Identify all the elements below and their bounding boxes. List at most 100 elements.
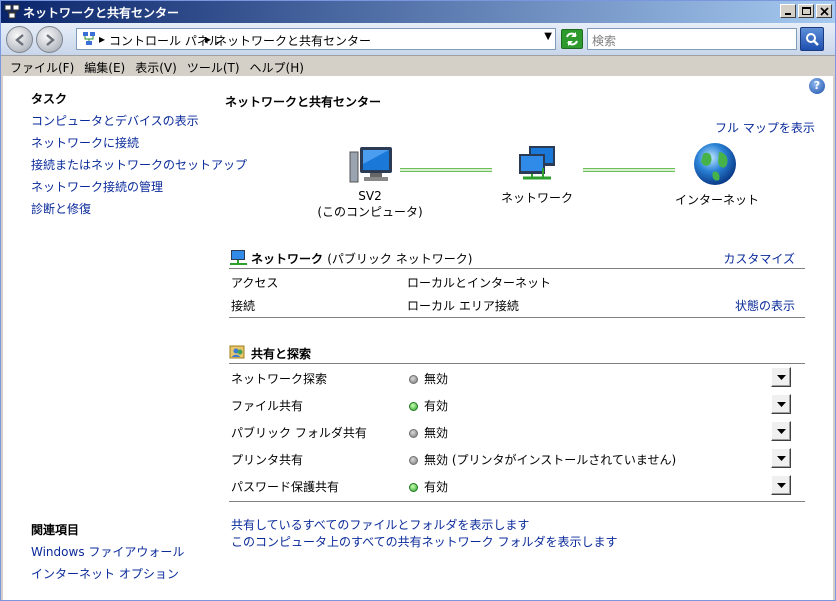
row-key: アクセス — [231, 276, 279, 290]
expand-button[interactable] — [771, 448, 791, 468]
title-bar[interactable]: ネットワークと共有センター — [1, 1, 835, 23]
sharing-key: パスワード保護共有 — [231, 480, 340, 494]
divider — [229, 501, 805, 502]
sharing-row: パスワード保護共有 有効 — [229, 473, 805, 500]
address-dropdown-icon[interactable]: ▼ — [544, 31, 552, 42]
task-diagnose-link[interactable]: 診断と修復 — [31, 200, 91, 217]
network-section-title: ネットワーク (パブリック ネットワーク) — [251, 252, 473, 266]
breadcrumb-sep-icon[interactable]: ▸ — [99, 32, 105, 46]
close-button[interactable] — [816, 4, 832, 18]
internet-node[interactable]: インターネット — [675, 140, 760, 208]
network-type: (パブリック ネットワーク) — [327, 252, 473, 266]
task-view-computers-link[interactable]: コンピュータとデバイスの表示 — [31, 112, 199, 129]
sharing-status: 無効 — [409, 370, 448, 387]
row-key: 接続 — [231, 299, 256, 313]
maximize-icon — [802, 7, 811, 15]
menu-tools[interactable]: ツール(T) — [182, 56, 245, 76]
network-center-icon — [4, 4, 20, 19]
computer-name: SV2 — [358, 189, 382, 203]
sharing-status-text: 無効 — [424, 426, 449, 440]
network-location-icon — [83, 32, 95, 45]
divider — [229, 317, 805, 318]
forward-arrow-icon — [46, 34, 55, 46]
sharing-status: 有効 — [409, 478, 448, 495]
menu-bar: ファイル(F) 編集(E) 表示(V) ツール(T) ヘルプ(H) — [1, 56, 835, 76]
help-icon[interactable]: ? — [809, 78, 825, 94]
task-connect-link[interactable]: ネットワークに接続 — [31, 134, 139, 151]
internet-label: インターネット — [675, 193, 760, 207]
internet-options-link[interactable]: インターネット オプション — [31, 565, 179, 582]
expand-button[interactable] — [771, 367, 791, 387]
sharing-status: 有効 — [409, 397, 448, 414]
task-sidebar: タスク コンピュータとデバイスの表示 ネットワークに接続 接続またはネットワーク… — [29, 76, 247, 600]
status-on-icon — [409, 402, 418, 411]
expand-button[interactable] — [771, 475, 791, 495]
back-arrow-icon — [15, 34, 24, 46]
view-status-link[interactable]: 状態の表示 — [735, 297, 795, 314]
sharing-section-title: 共有と探索 — [251, 347, 312, 361]
related-heading: 関連項目 — [31, 523, 80, 537]
network-node[interactable]: ネットワーク — [497, 144, 577, 206]
connection-line — [583, 168, 675, 172]
minimize-button[interactable] — [780, 4, 796, 18]
window-title: ネットワークと共有センター — [23, 6, 180, 20]
refresh-button[interactable] — [561, 29, 583, 49]
firewall-link[interactable]: Windows ファイアウォール — [31, 543, 184, 560]
sharing-status-text: 無効 (プリンタがインストールされていません) — [424, 453, 677, 467]
menu-help[interactable]: ヘルプ(H) — [245, 56, 309, 76]
chevron-down-icon — [777, 483, 786, 488]
sharing-status: 無効 (プリンタがインストールされていません) — [409, 451, 676, 468]
sharing-row: プリンタ共有 無効 (プリンタがインストールされていません) — [229, 446, 805, 473]
computer-node[interactable]: SV2 (このコンピュータ) — [315, 144, 425, 220]
minimize-icon — [785, 13, 791, 15]
forward-button[interactable] — [36, 26, 63, 53]
page-title: ネットワークと共有センター — [225, 95, 382, 109]
chevron-down-icon — [777, 429, 786, 434]
network-icon — [519, 146, 555, 180]
row-value: ローカルとインターネット — [407, 276, 552, 290]
sharing-section-header: 共有と探索 — [229, 342, 805, 364]
sharing-row: ファイル共有 有効 — [229, 392, 805, 419]
refresh-icon — [566, 32, 578, 46]
search-input[interactable]: 検索 — [587, 28, 797, 50]
maximize-button[interactable] — [798, 4, 814, 18]
menu-view[interactable]: 表示(V) — [130, 56, 182, 76]
chevron-down-icon — [777, 375, 786, 380]
network-label: ネットワーク — [500, 191, 573, 205]
sharing-key: ファイル共有 — [231, 399, 304, 413]
status-on-icon — [409, 483, 418, 492]
back-button[interactable] — [6, 26, 33, 53]
expand-button[interactable] — [771, 394, 791, 414]
address-bar[interactable]: ▸ コントロール パネル ▸ ネットワークと共有センター ▼ — [76, 28, 556, 50]
breadcrumb-network-center[interactable]: ネットワークと共有センター — [215, 32, 371, 49]
row-value: ローカル エリア接続 — [407, 299, 519, 313]
task-manage-connections-link[interactable]: ネットワーク接続の管理 — [31, 178, 163, 195]
chevron-down-icon — [777, 402, 786, 407]
menu-edit[interactable]: 編集(E) — [79, 56, 130, 76]
network-section-header: ネットワーク (パブリック ネットワーク) カスタマイズ — [229, 247, 805, 269]
network-icon — [230, 250, 247, 265]
full-map-link[interactable]: フル マップを表示 — [715, 119, 815, 136]
sharing-status-text: 有効 — [424, 480, 449, 494]
sharing-row: ネットワーク探索 無効 — [229, 365, 805, 392]
computer-sublabel: (このコンピュータ) — [317, 205, 423, 219]
sharing-row: パブリック フォルダ共有 無効 — [229, 419, 805, 446]
task-setup-connection-link[interactable]: 接続またはネットワークのセットアップ — [31, 156, 247, 173]
search-icon — [806, 33, 819, 46]
breadcrumb-sep-icon[interactable]: ▸ — [205, 32, 211, 46]
show-shared-files-link[interactable]: 共有しているすべてのファイルとフォルダを表示します — [231, 516, 529, 533]
globe-icon — [694, 143, 736, 185]
sharing-status-text: 無効 — [424, 372, 449, 386]
sharing-icon — [229, 345, 245, 359]
sharing-key: プリンタ共有 — [231, 453, 304, 467]
menu-file[interactable]: ファイル(F) — [5, 56, 79, 76]
status-off-icon — [409, 429, 418, 438]
chevron-down-icon — [777, 456, 786, 461]
close-icon — [820, 7, 829, 16]
customize-link[interactable]: カスタマイズ — [723, 250, 795, 267]
expand-button[interactable] — [771, 421, 791, 441]
sharing-status: 無効 — [409, 424, 448, 441]
search-button[interactable] — [800, 27, 824, 51]
window: ネットワークと共有センター ▸ コントロール パネル ▸ ネットワークと共有セン… — [0, 0, 836, 601]
show-shared-folders-link[interactable]: このコンピュータ上のすべての共有ネットワーク フォルダを表示します — [231, 533, 618, 550]
